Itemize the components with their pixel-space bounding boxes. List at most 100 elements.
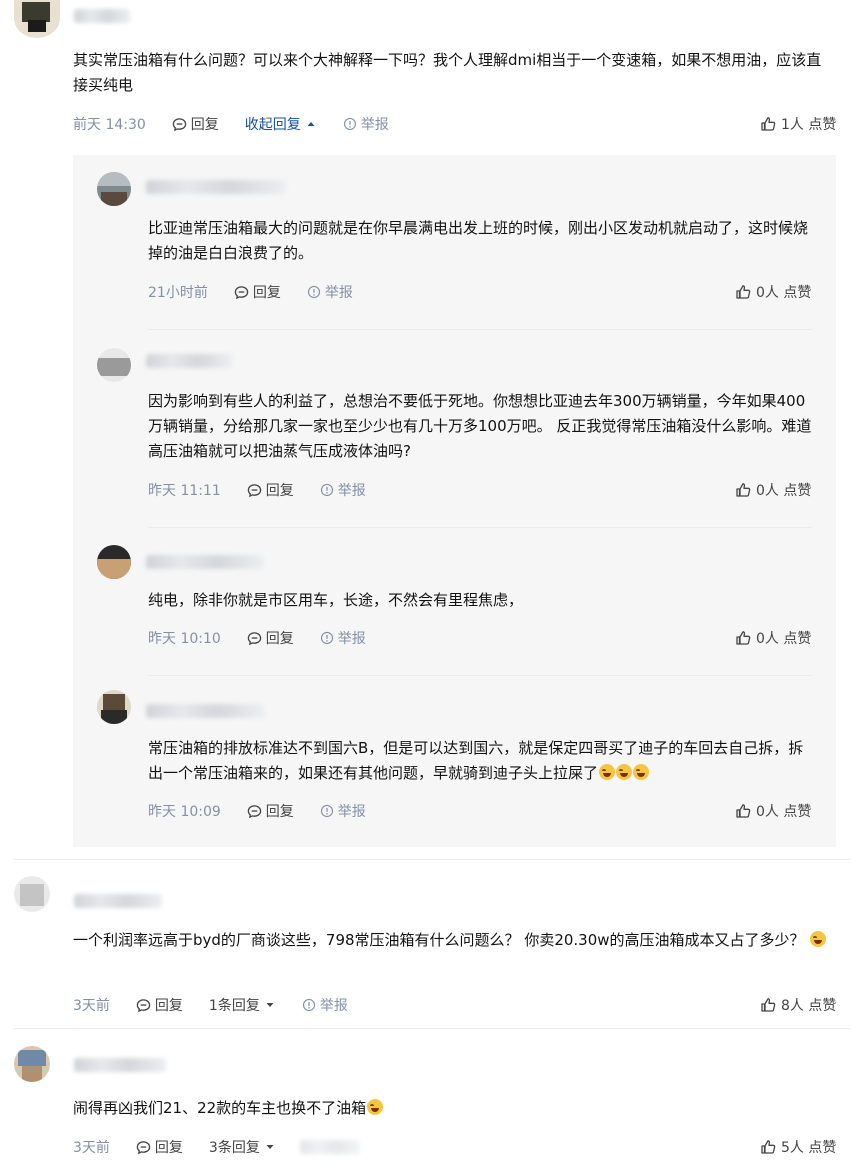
expand-replies-label: 1条回复 xyxy=(208,998,260,1014)
avatar[interactable] xyxy=(14,876,50,912)
report-icon xyxy=(307,285,320,299)
reply-text: 比亚迪常压油箱最大的问题就是在你早晨满电出发上班的时候，刚出小区发动机就启动了，… xyxy=(148,219,809,262)
like-count: 5人 点赞 xyxy=(781,1140,837,1156)
report-label: 举报 xyxy=(337,804,366,820)
divider xyxy=(148,527,812,528)
like-count: 0人 点赞 xyxy=(756,483,812,499)
reply-label: 回复 xyxy=(154,1140,183,1156)
comment-meta: 3天前 回复 3条回复 xyxy=(73,1137,276,1157)
like-button[interactable]: 1人 点赞 xyxy=(760,114,836,134)
reply-button[interactable]: 回复 xyxy=(247,628,294,648)
comment-time: 3天前 xyxy=(73,998,110,1014)
report-icon xyxy=(320,804,333,818)
report-button[interactable]: 举报 xyxy=(320,628,366,648)
report-icon xyxy=(320,631,333,645)
reply-time: 昨天 10:10 xyxy=(148,631,221,647)
report-label: 举报 xyxy=(319,998,348,1014)
username[interactable] xyxy=(146,354,232,368)
expand-replies-button[interactable]: 3条回复 xyxy=(209,1137,276,1157)
reply-icon xyxy=(136,1140,151,1154)
reply-meta: 21小时前 回复 举报 xyxy=(148,282,353,302)
reply-button[interactable]: 回复 xyxy=(247,480,294,500)
like-button[interactable]: 0人 点赞 xyxy=(735,801,811,821)
reply-button[interactable]: 回复 xyxy=(172,114,219,134)
report-button[interactable]: 举报 xyxy=(307,282,353,302)
comment-text-body: 一个利润率远高于byd的厂商谈这些，798常压油箱有什么问题么？ 你卖20.30… xyxy=(73,931,805,949)
thumbs-up-icon xyxy=(761,998,776,1012)
collapse-replies-button[interactable]: 收起回复 xyxy=(245,114,317,134)
avatar[interactable] xyxy=(14,1046,50,1082)
avatar[interactable] xyxy=(97,172,131,206)
report-button[interactable]: 举报 xyxy=(343,114,389,134)
like-button[interactable]: 5人 点赞 xyxy=(760,1137,836,1157)
comment-text: 其实常压油箱有什么问题？可以来个大神解释一下吗？我个人理解dmi相当于一个变速箱… xyxy=(73,51,822,94)
thumbs-up-icon xyxy=(761,1140,776,1154)
expand-replies-button[interactable]: 1条回复 xyxy=(209,995,276,1015)
blurred-content xyxy=(300,1140,360,1154)
laughing-emoji-icon xyxy=(633,764,650,780)
laughing-emoji-icon xyxy=(616,764,633,780)
reply-time: 昨天 10:09 xyxy=(148,804,221,820)
divider xyxy=(14,1028,850,1029)
reply-meta: 昨天 11:11 回复 举报 xyxy=(148,480,366,500)
reply-button[interactable]: 回复 xyxy=(136,995,183,1015)
laughing-emoji-icon xyxy=(367,1099,384,1115)
report-button[interactable]: 举报 xyxy=(302,995,348,1015)
comment-text: 一个利润率远高于byd的厂商谈这些，798常压油箱有什么问题么？ 你卖20.30… xyxy=(73,928,836,953)
thumbs-up-icon xyxy=(736,483,751,497)
thumbs-up-icon xyxy=(736,631,751,645)
reply-icon xyxy=(136,998,151,1012)
like-count: 0人 点赞 xyxy=(756,804,812,820)
username[interactable] xyxy=(146,180,286,194)
like-button[interactable]: 8人 点赞 xyxy=(760,995,836,1015)
reply-icon xyxy=(247,631,262,645)
like-count: 1人 点赞 xyxy=(781,117,837,133)
reply-icon xyxy=(247,804,262,818)
caret-down-icon xyxy=(266,1003,274,1007)
avatar[interactable] xyxy=(97,348,131,382)
reply-text: 常压油箱的排放标准达不到国六B，但是可以达到国六，就是保定四哥买了迪子的车回去自… xyxy=(148,736,812,786)
reply-button[interactable]: 回复 xyxy=(247,801,294,821)
comment-text-body: 闹得再凶我们21、22款的车主也换不了油箱 xyxy=(73,1099,367,1117)
avatar[interactable] xyxy=(97,545,131,579)
like-button[interactable]: 0人 点赞 xyxy=(735,282,811,302)
divider xyxy=(148,675,812,676)
like-button[interactable]: 0人 点赞 xyxy=(735,628,811,648)
comment-meta: 3天前 回复 1条回复 举报 xyxy=(73,995,348,1015)
reply-label: 回复 xyxy=(252,285,281,301)
caret-up-icon xyxy=(307,122,315,126)
reply-text-body: 常压油箱的排放标准达不到国六B，但是可以达到国六，就是保定四哥买了迪子的车回去自… xyxy=(148,739,804,782)
reply-button[interactable]: 回复 xyxy=(136,1137,183,1157)
like-button[interactable]: 0人 点赞 xyxy=(735,480,811,500)
report-label: 举报 xyxy=(337,631,366,647)
comment-time: 前天 14:30 xyxy=(73,117,146,133)
reply-meta: 昨天 10:09 回复 举报 xyxy=(148,801,366,821)
comment-time: 3天前 xyxy=(73,1140,110,1156)
report-label: 举报 xyxy=(360,117,389,133)
divider xyxy=(148,329,812,330)
reply-label: 回复 xyxy=(190,117,219,133)
report-button[interactable]: 举报 xyxy=(320,801,366,821)
reply-text: 因为影响到有些人的利益了，总想治不要低于死地。你想想比亚迪去年300万辆销量，今… xyxy=(148,392,812,460)
username[interactable] xyxy=(146,555,264,569)
username[interactable] xyxy=(74,9,130,23)
reply-label: 回复 xyxy=(265,483,294,499)
username[interactable] xyxy=(146,704,264,718)
reply-button[interactable]: 回复 xyxy=(234,282,281,302)
avatar[interactable] xyxy=(97,690,131,724)
reply-time: 21小时前 xyxy=(148,285,208,301)
divider xyxy=(14,859,850,860)
laughing-emoji-icon xyxy=(599,764,616,780)
reply-label: 回复 xyxy=(154,998,183,1014)
expand-replies-label: 3条回复 xyxy=(208,1140,260,1156)
comment-text: 闹得再凶我们21、22款的车主也换不了油箱 xyxy=(73,1096,836,1121)
reply-time: 昨天 11:11 xyxy=(148,483,221,499)
report-button[interactable]: 举报 xyxy=(320,480,366,500)
reply-label: 回复 xyxy=(265,804,294,820)
username[interactable] xyxy=(74,894,162,908)
avatar[interactable] xyxy=(14,0,60,38)
caret-down-icon xyxy=(266,1145,274,1149)
report-label: 举报 xyxy=(324,285,353,301)
username[interactable] xyxy=(74,1058,166,1072)
reply-meta: 昨天 10:10 回复 举报 xyxy=(148,628,366,648)
